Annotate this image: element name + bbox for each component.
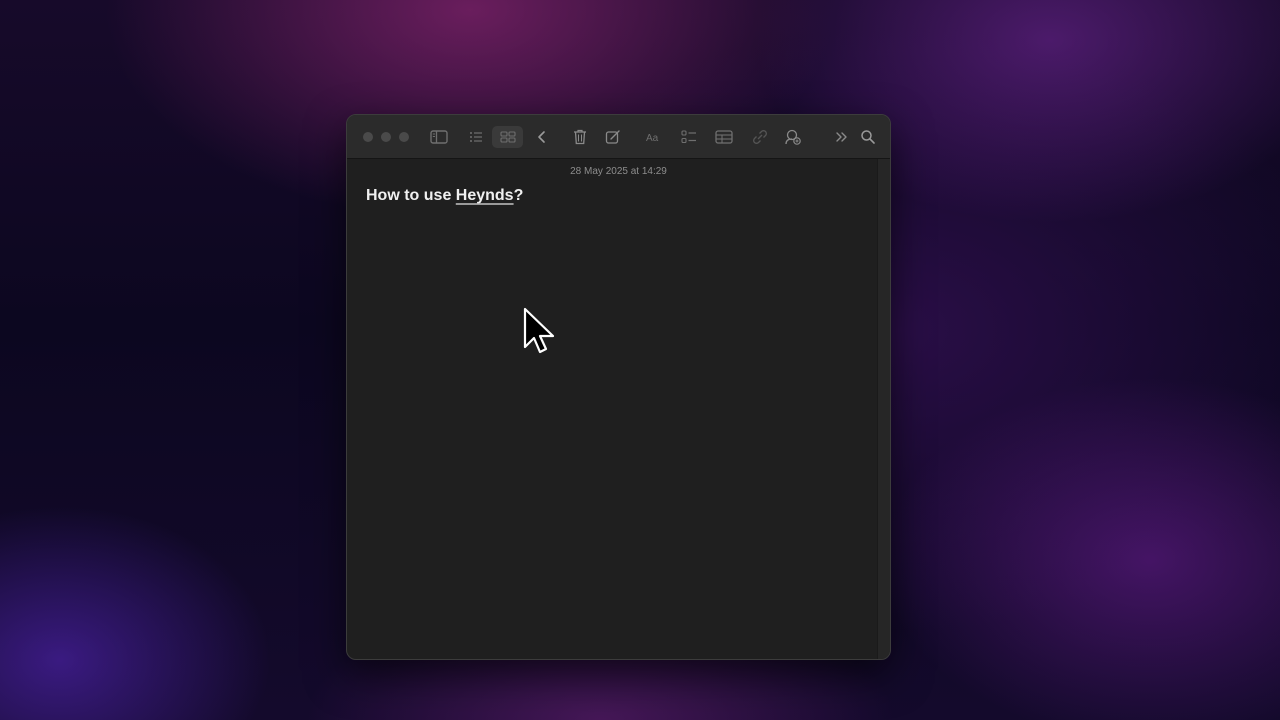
minimize-window-button[interactable]: [381, 131, 391, 142]
scrollbar-track[interactable]: [877, 159, 890, 659]
checklist-icon[interactable]: [678, 126, 700, 148]
note-editor[interactable]: 28 May 2025 at 14:29 How to use Heynds?: [347, 159, 877, 659]
link-icon[interactable]: [749, 126, 771, 148]
window-toolbar: Aa: [347, 115, 890, 159]
note-title-prefix: How to use: [366, 187, 456, 204]
note-date: 28 May 2025 at 14:29: [570, 166, 667, 177]
compose-icon[interactable]: [602, 126, 624, 148]
search-icon[interactable]: [857, 126, 879, 148]
close-window-button[interactable]: [363, 131, 373, 142]
text-format-icon[interactable]: Aa: [644, 126, 666, 148]
share-icon[interactable]: [782, 126, 804, 148]
window-controls: [363, 131, 409, 142]
table-icon[interactable]: [713, 126, 735, 148]
gallery-view-icon: [499, 131, 516, 143]
mouse-pointer-icon: [523, 307, 555, 354]
sidebar-icon[interactable]: [428, 126, 450, 148]
more-chevrons-icon[interactable]: [831, 126, 853, 148]
note-title[interactable]: How to use Heynds?: [366, 187, 523, 205]
note-title-suffix: ?: [513, 187, 524, 204]
zoom-window-button[interactable]: [399, 131, 409, 142]
notes-window: Aa 28 May 2025 at 14:29 How to use Heynd…: [346, 114, 891, 660]
list-view-icon[interactable]: [465, 126, 487, 148]
back-chevron-icon[interactable]: [531, 126, 553, 148]
misspelled-word[interactable]: Heynds: [456, 187, 514, 204]
gallery-view-button[interactable]: [492, 126, 523, 148]
svg-text:Aa: Aa: [646, 133, 659, 143]
trash-icon[interactable]: [569, 126, 591, 148]
